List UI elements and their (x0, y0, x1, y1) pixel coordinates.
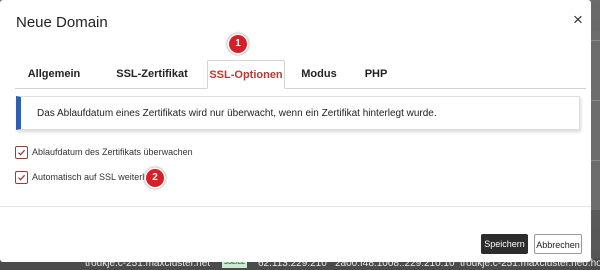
tab-php[interactable]: PHP (352, 60, 400, 88)
annotation-marker-1: 1 (229, 35, 247, 53)
option-label-ssl-redirect: Automatisch auf SSL weiterleiten (32, 172, 164, 182)
footer-divider (0, 206, 591, 207)
save-button[interactable]: Speichern (481, 234, 528, 254)
dialog-title: Neue Domain (16, 14, 108, 31)
close-icon[interactable]: × (571, 11, 585, 28)
cancel-button[interactable]: Abbrechen (534, 234, 582, 254)
checkmark-icon (18, 149, 26, 156)
checkbox-monitor-expiry[interactable] (15, 146, 28, 159)
checkmark-icon (18, 174, 26, 181)
checkbox-ssl-redirect[interactable] (15, 171, 28, 184)
tab-ssl-zertifikat[interactable]: SSL-Zertifikat (97, 60, 207, 88)
annotation-marker-2: 2 (146, 169, 164, 187)
option-label-monitor-expiry: Ablaufdatum des Zertifikats überwachen (32, 147, 193, 157)
tab-ssl-optionen[interactable]: SSL-Optionen (207, 60, 285, 89)
tab-bar: Allgemein SSL-Zertifikat SSL-Optionen Mo… (15, 60, 586, 89)
background-page-edge (591, 30, 600, 210)
new-domain-dialog: Neue Domain × Allgemein SSL-Zertifikat S… (0, 0, 591, 262)
tab-modus[interactable]: Modus (290, 60, 348, 88)
tab-allgemein[interactable]: Allgemein (15, 60, 93, 88)
info-box: Das Ablaufdatum eines Zertifikats wird n… (16, 96, 580, 130)
info-text: Das Ablaufdatum eines Zertifikats wird n… (37, 108, 437, 119)
